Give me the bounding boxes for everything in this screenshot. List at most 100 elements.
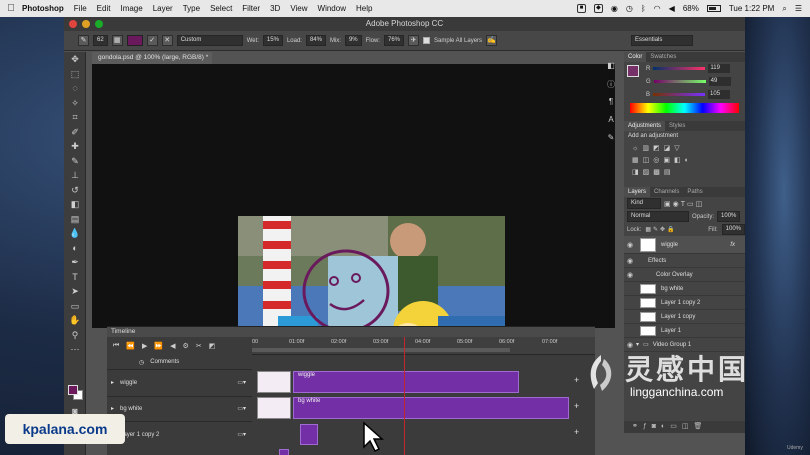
clean-brush-icon[interactable]: ✕: [161, 35, 173, 46]
layers-footer-icons[interactable]: ⚭ƒ◙◐▭◫🗑: [624, 421, 745, 433]
r-value[interactable]: 119: [708, 64, 731, 73]
menu-image[interactable]: Image: [120, 4, 142, 13]
color-spectrum[interactable]: [630, 103, 739, 113]
adjustment-icons[interactable]: ☼▥◩◪▽ ▦◫◎▣◧◐ ◨▨▩▤: [624, 141, 745, 181]
clock-time[interactable]: Tue 1:22 PM: [729, 4, 775, 13]
expand-arrow-icon[interactable]: ▸: [111, 379, 114, 386]
zoom-tool-icon[interactable]: ⚲: [64, 328, 86, 343]
track-row-bg-white[interactable]: ▸ bg white ▭▾: [107, 396, 252, 420]
lasso-tool-icon[interactable]: ◌: [64, 81, 86, 96]
layer-row-color-overlay[interactable]: ◉ Color Overlay: [624, 268, 745, 282]
battery-percent[interactable]: 68%: [683, 4, 699, 13]
airbrush-icon[interactable]: ✈: [408, 35, 419, 46]
clip-small[interactable]: [279, 449, 289, 455]
r-slider[interactable]: [653, 67, 706, 70]
playhead[interactable]: [404, 337, 405, 455]
move-tool-icon[interactable]: ✥: [64, 52, 86, 67]
marquee-tool-icon[interactable]: ⬚: [64, 67, 86, 82]
wifi-icon[interactable]: ◠: [654, 4, 661, 13]
brush-presets-icon[interactable]: ✎: [604, 133, 618, 147]
menu-filter[interactable]: Filter: [242, 4, 260, 13]
tab-styles[interactable]: Styles: [665, 121, 689, 131]
mix-input[interactable]: 9%: [344, 35, 362, 46]
next-frame-icon[interactable]: ⏩: [154, 342, 163, 350]
menu-file[interactable]: File: [74, 4, 87, 13]
g-value[interactable]: 49: [708, 77, 731, 86]
menu-type[interactable]: Type: [183, 4, 200, 13]
prev-frame-icon[interactable]: ⏪: [126, 342, 135, 350]
foreground-color-swatch[interactable]: [68, 385, 78, 395]
tab-color[interactable]: Color: [624, 52, 647, 62]
history-icon[interactable]: ◧: [604, 61, 618, 75]
history-brush-tool-icon[interactable]: ↺: [64, 183, 86, 198]
status-icon-2[interactable]: ◉: [611, 4, 618, 13]
tab-adjustments[interactable]: Adjustments: [624, 121, 666, 131]
tab-layers[interactable]: Layers: [624, 187, 651, 197]
visibility-eye-icon[interactable]: ◉: [624, 257, 636, 265]
bluetooth-icon[interactable]: ᛒ: [641, 4, 646, 13]
track-row-wiggle[interactable]: ▸ wiggle ▭▾: [107, 369, 252, 395]
mix-preset-select[interactable]: Custom: [176, 35, 243, 46]
flow-input[interactable]: 76%: [383, 35, 404, 46]
layer-row-effects[interactable]: ◉ Effects: [624, 254, 745, 268]
spotlight-icon[interactable]: ⌕: [782, 4, 786, 14]
layer-row-layer-1[interactable]: Layer 1: [624, 324, 745, 338]
blur-tool-icon[interactable]: 💧: [64, 226, 86, 241]
app-menu[interactable]: Photoshop: [22, 4, 64, 13]
paint-color-swatch[interactable]: [126, 35, 143, 46]
tab-channels[interactable]: Channels: [650, 187, 683, 197]
notification-icon[interactable]: ☰: [795, 4, 802, 13]
gradient-tool-icon[interactable]: ▤: [64, 212, 86, 227]
menu-3d[interactable]: 3D: [270, 4, 280, 13]
properties-icon[interactable]: ⓘ: [604, 79, 618, 93]
pressure-icon[interactable]: ✍: [486, 35, 498, 46]
type-tool-icon[interactable]: T: [64, 270, 86, 285]
paragraph-icon[interactable]: ¶: [604, 97, 618, 111]
audio-icon[interactable]: ◀: [170, 342, 175, 350]
layer-row-layer-1-copy-2[interactable]: Layer 1 copy 2: [624, 296, 745, 310]
menu-window[interactable]: Window: [318, 4, 346, 13]
more-tools-icon[interactable]: ⋯: [64, 342, 86, 357]
shape-tool-icon[interactable]: ▭: [64, 299, 86, 314]
menu-layer[interactable]: Layer: [153, 4, 173, 13]
workspace-select[interactable]: Essentials: [631, 35, 694, 46]
track-menu-icon[interactable]: ▭▾: [237, 379, 246, 386]
fill-input[interactable]: 100%: [721, 224, 745, 235]
layer-row-bg-white[interactable]: bg white: [624, 282, 745, 296]
brush-tool-icon[interactable]: ✎: [64, 154, 86, 169]
clock-icon[interactable]: ◷: [626, 4, 633, 13]
layer-row-layer-1-copy[interactable]: Layer 1 copy: [624, 310, 745, 324]
play-icon[interactable]: ▶: [142, 342, 147, 350]
tab-swatches[interactable]: Swatches: [646, 52, 680, 62]
add-media-icon[interactable]: +: [574, 427, 579, 437]
menu-edit[interactable]: Edit: [97, 4, 111, 13]
wet-input[interactable]: 15%: [262, 35, 283, 46]
path-select-tool-icon[interactable]: ➤: [64, 284, 86, 299]
time-ruler[interactable]: 00 01:00f 02:00f 03:00f 04:00f 05:00f 06…: [252, 337, 595, 355]
dropbox-icon[interactable]: ◆: [593, 4, 603, 13]
blend-mode-select[interactable]: Normal: [627, 211, 689, 222]
clip-bg-white[interactable]: bg white: [293, 397, 569, 419]
hand-tool-icon[interactable]: ✋: [64, 313, 86, 328]
clone-stamp-tool-icon[interactable]: ⊥: [64, 168, 86, 183]
work-area-bar[interactable]: [252, 348, 510, 352]
b-value[interactable]: 105: [708, 90, 731, 99]
track-menu-icon[interactable]: ▭▾: [237, 405, 246, 412]
document-tab[interactable]: gondola.psd @ 100% (large, RGB/8) *: [92, 52, 212, 64]
menu-view[interactable]: View: [290, 4, 307, 13]
eraser-tool-icon[interactable]: ◧: [64, 197, 86, 212]
sample-all-layers-checkbox[interactable]: [423, 37, 430, 44]
add-media-icon[interactable]: +: [574, 401, 579, 411]
first-frame-icon[interactable]: ⏮: [113, 342, 119, 350]
split-icon[interactable]: ✂: [196, 342, 202, 350]
quick-select-tool-icon[interactable]: ✧: [64, 96, 86, 111]
visibility-eye-icon[interactable]: ◉: [624, 271, 636, 279]
brush-size-picker[interactable]: 62: [93, 35, 108, 46]
load-input[interactable]: 84%: [305, 35, 326, 46]
lock-icons[interactable]: ▦✎✥🔒: [645, 226, 676, 233]
transition-icon[interactable]: ◩: [209, 342, 216, 350]
character-icon[interactable]: A: [604, 115, 618, 129]
filter-icons[interactable]: ▣◉T▭◫: [664, 200, 704, 208]
healing-tool-icon[interactable]: ✚: [64, 139, 86, 154]
pen-tool-icon[interactable]: ✒: [64, 255, 86, 270]
